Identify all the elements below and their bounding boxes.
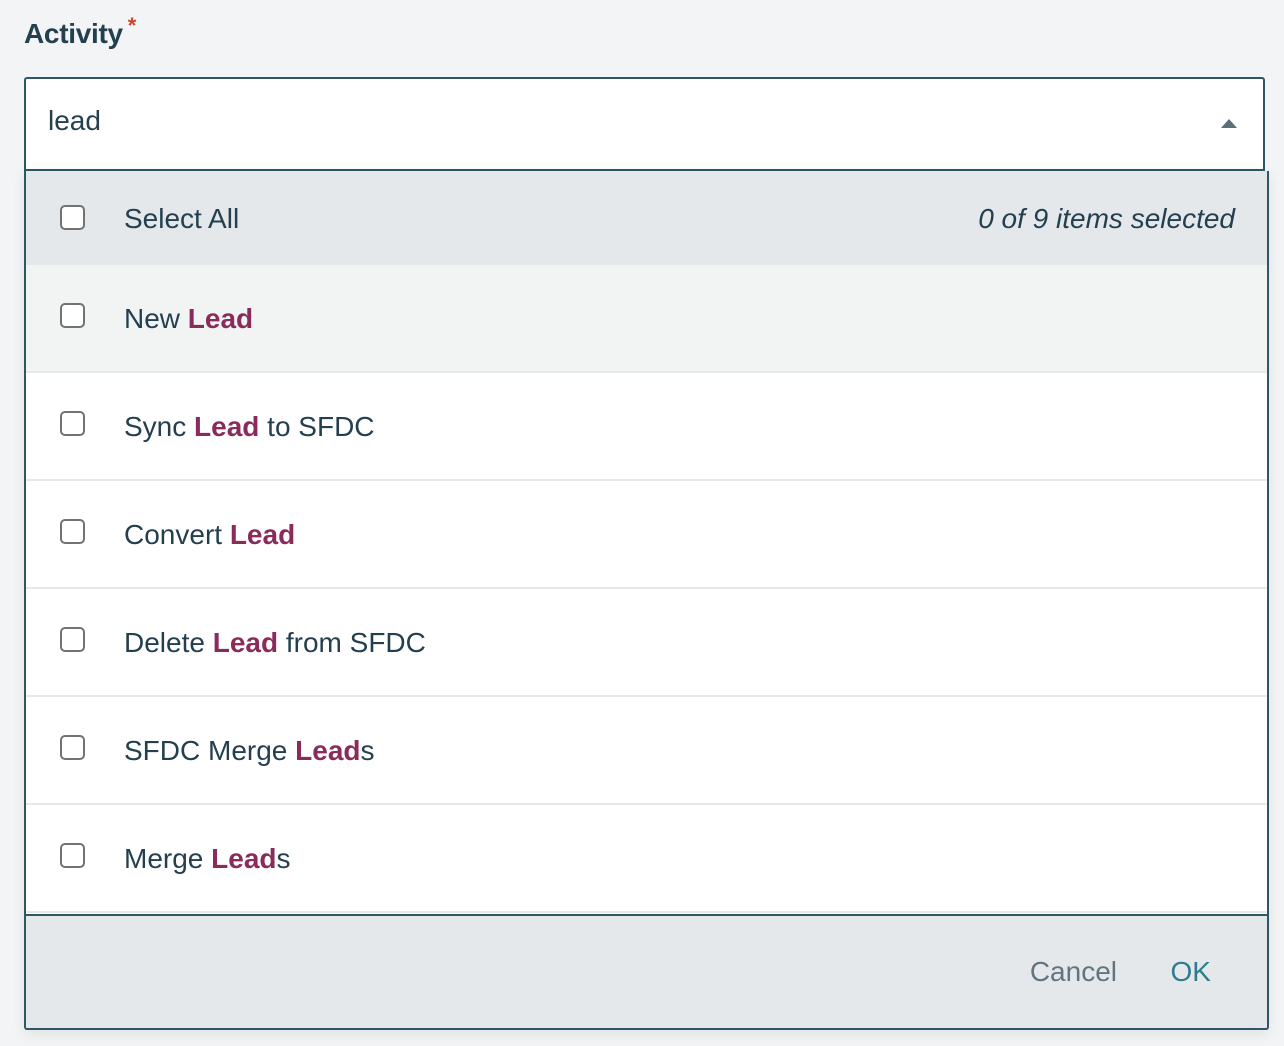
- list-item[interactable]: Merge Leads: [26, 805, 1267, 913]
- option-label: Convert Lead: [124, 519, 296, 550]
- list-item[interactable]: SFDC Merge Leads: [26, 697, 1267, 805]
- field-label-text: Activity: [24, 18, 123, 49]
- match-highlight: Lead: [194, 411, 260, 442]
- option-label: Delete Lead from SFDC: [124, 627, 426, 658]
- select-all-row[interactable]: Select All 0 of 9 items selected: [26, 171, 1267, 265]
- option-checkbox[interactable]: [60, 627, 85, 652]
- option-checkbox[interactable]: [60, 843, 85, 868]
- match-highlight: Lead: [211, 843, 277, 874]
- match-highlight: Lead: [295, 735, 361, 766]
- ok-button[interactable]: OK: [1171, 956, 1211, 988]
- selection-count: 0 of 9 items selected: [978, 203, 1235, 234]
- option-checkbox[interactable]: [60, 735, 85, 760]
- option-label: SFDC Merge Leads: [124, 735, 375, 766]
- select-all-label: Select All: [124, 203, 240, 234]
- match-highlight: Lead: [187, 303, 254, 334]
- option-list: New Lead Sync Lead to SFDC Convert Lead …: [26, 265, 1267, 913]
- select-all-checkbox[interactable]: [60, 205, 85, 230]
- option-checkbox[interactable]: [60, 303, 85, 328]
- option-checkbox[interactable]: [60, 519, 85, 544]
- caret-up-icon[interactable]: [1221, 119, 1237, 128]
- list-item[interactable]: New Lead: [26, 265, 1267, 373]
- required-indicator: *: [127, 13, 137, 38]
- activity-dropdown: Select All 0 of 9 items selected New Lea…: [24, 171, 1269, 1030]
- option-checkbox[interactable]: [60, 411, 85, 436]
- activity-search-input[interactable]: [48, 105, 1148, 137]
- option-label: New Lead: [124, 303, 254, 334]
- list-item[interactable]: Convert Lead: [26, 481, 1267, 589]
- activity-select[interactable]: [24, 77, 1265, 171]
- dropdown-footer: Cancel OK: [26, 914, 1267, 1028]
- list-item[interactable]: Sync Lead to SFDC: [26, 373, 1267, 481]
- match-highlight: Lead: [212, 627, 279, 658]
- cancel-button[interactable]: Cancel: [1030, 956, 1117, 988]
- field-label: Activity *: [24, 13, 136, 50]
- option-label: Sync Lead to SFDC: [124, 411, 375, 442]
- list-item[interactable]: Delete Lead from SFDC: [26, 589, 1267, 697]
- option-label: Merge Leads: [124, 843, 291, 874]
- match-highlight: Lead: [229, 519, 296, 550]
